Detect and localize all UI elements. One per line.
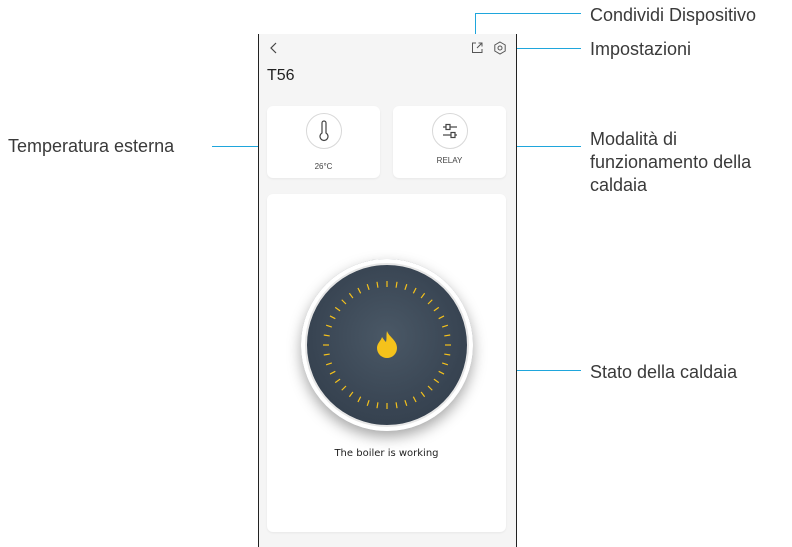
dial-tick [444, 353, 451, 356]
dial-tick [395, 281, 398, 288]
boiler-mode-value: RELAY [436, 156, 463, 165]
dial-tick [348, 292, 354, 299]
callout-share-device: Condividi Dispositivo [590, 5, 757, 25]
boiler-status-text: The boiler is working [334, 448, 439, 459]
dial-tick [438, 370, 445, 375]
callout-boiler-state: Stato della caldaia [590, 362, 738, 382]
sliders-icon [443, 123, 457, 139]
dial-tick [376, 281, 379, 288]
outside-temperature-card[interactable]: 26°C [267, 106, 380, 178]
dial-tick [438, 315, 445, 320]
dial-tick [444, 334, 451, 337]
dial-tick [329, 370, 336, 375]
dial-tick [334, 378, 341, 384]
dial-tick [433, 306, 440, 312]
dial-tick [357, 396, 362, 403]
dial-tick [348, 391, 354, 398]
dial-tick [341, 299, 347, 305]
dial-tick [427, 299, 433, 305]
sliders-icon-circle [432, 113, 468, 149]
dial-tick [412, 396, 417, 403]
dial-tick [325, 362, 333, 366]
dial-tick [329, 315, 336, 320]
phone-screen: T56 26°C RELAY The boiler is working [258, 34, 517, 547]
dial-tick [420, 391, 426, 398]
share-device-button[interactable] [470, 41, 484, 55]
dial-tick [441, 324, 449, 328]
boiler-status-card: The boiler is working [267, 194, 506, 532]
settings-icon [494, 41, 506, 55]
dial-tick [334, 306, 341, 312]
dial-tick [441, 362, 449, 366]
dial-tick [395, 402, 398, 409]
callout-line-share-horizontal [475, 13, 581, 14]
back-button[interactable] [267, 41, 281, 55]
dial-tick [376, 402, 379, 409]
dial-tick [412, 287, 417, 294]
dial-tick [341, 385, 347, 391]
callout-boiler-mode-line3: caldaia [590, 175, 648, 195]
flame-icon [377, 331, 397, 358]
boiler-dial [301, 259, 473, 431]
outside-temperature-value: 26°C [314, 162, 333, 171]
dial-tick [357, 287, 362, 294]
dial-tick [433, 378, 440, 384]
settings-button[interactable] [493, 41, 507, 55]
dial-tick [325, 324, 333, 328]
boiler-mode-card[interactable]: RELAY [393, 106, 506, 178]
thermometer-icon [319, 120, 329, 141]
dial-tick [323, 334, 330, 337]
chevron-left-icon [270, 42, 277, 54]
share-icon [472, 42, 483, 53]
dial-tick [323, 353, 330, 356]
dial-tick [427, 385, 433, 391]
dial-tick [366, 283, 370, 291]
thermometer-icon-circle [306, 113, 342, 149]
callout-line-settings [517, 48, 581, 49]
dial-tick [420, 292, 426, 299]
callout-boiler-mode-line1: Modalità di [590, 129, 678, 149]
callout-settings: Impostazioni [590, 39, 692, 59]
dial-tick [404, 399, 408, 407]
dial-tick [366, 399, 370, 407]
callout-boiler-mode-line2: funzionamento della [590, 152, 752, 172]
callout-outside-temperature: Temperatura esterna [8, 136, 175, 156]
device-title: T56 [267, 67, 295, 84]
dial-tick [404, 283, 408, 291]
